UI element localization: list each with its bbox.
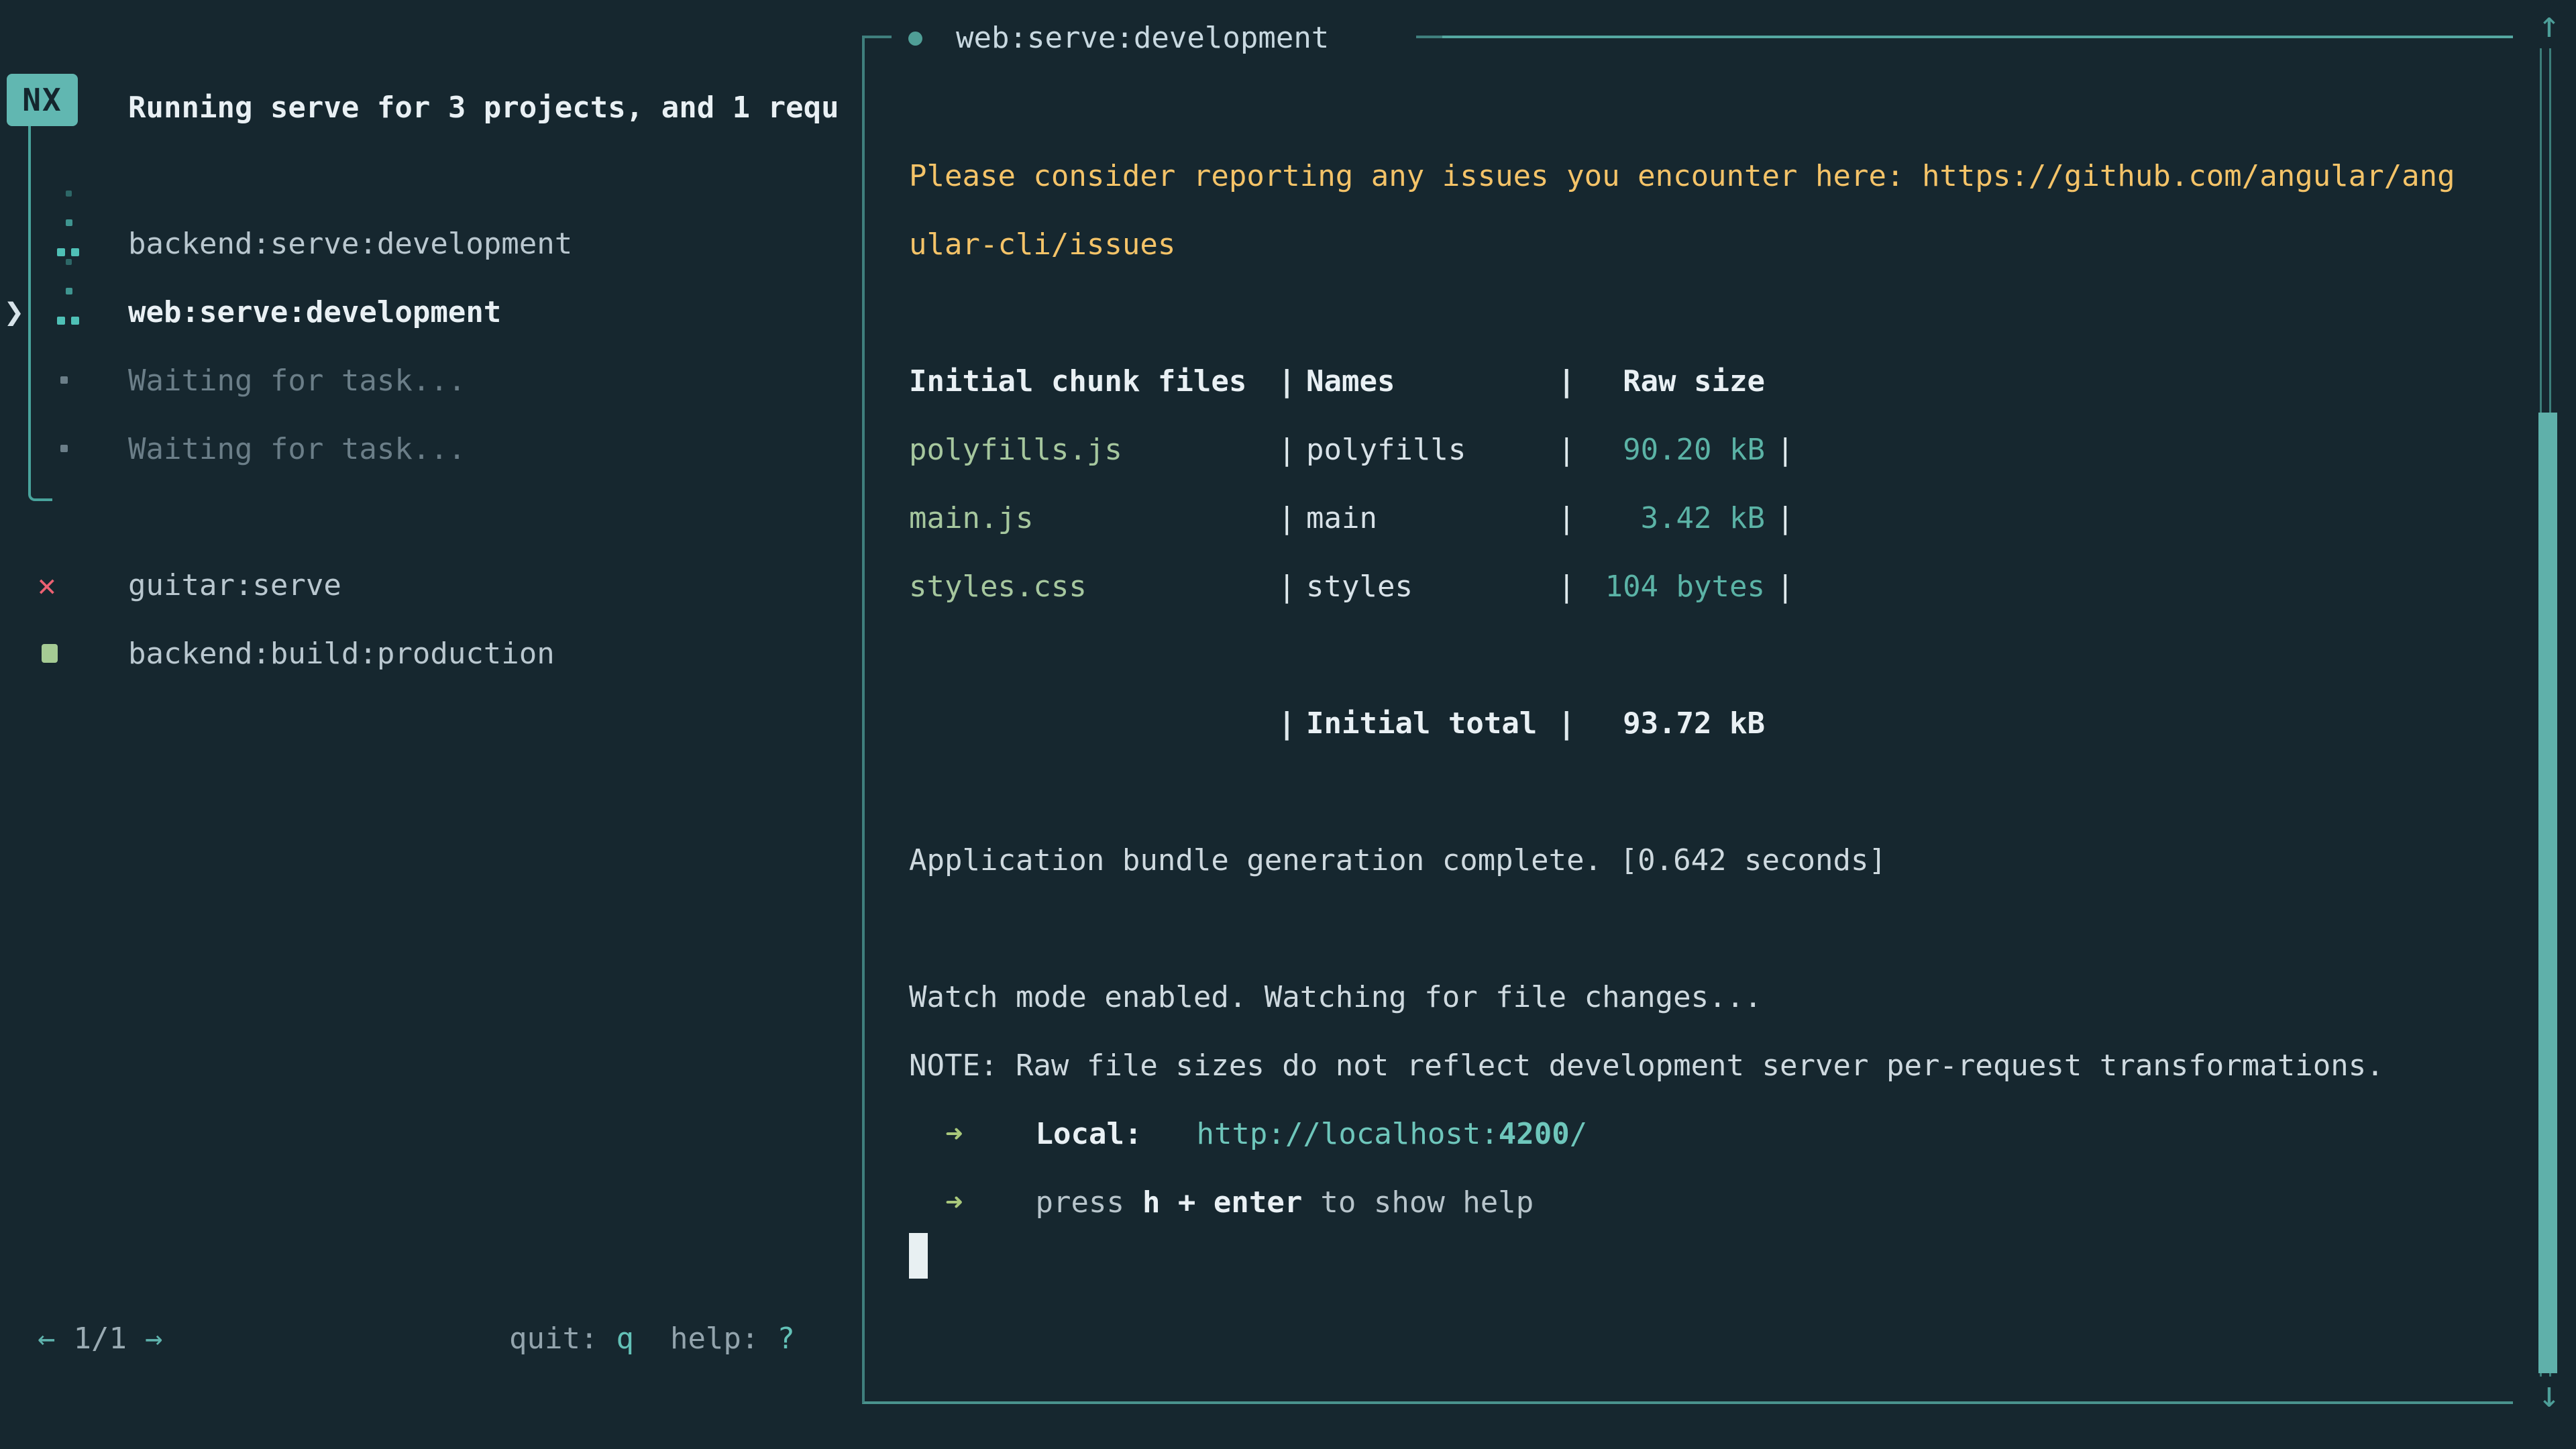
sidebar-item-waiting-task-2[interactable]: Waiting for task... xyxy=(0,415,862,483)
header-initial-chunk-files: Initial chunk files xyxy=(909,364,1278,398)
help-keys: h + enter xyxy=(1142,1185,1302,1220)
help-label: help: xyxy=(670,1319,759,1359)
table-separator: | xyxy=(1278,364,1296,398)
table-row: polyfills.js | polyfills | 90.20 kB | xyxy=(909,433,2500,467)
terminal-cursor xyxy=(909,1233,928,1279)
angular-issues-notice-line2: ular-cli/issues xyxy=(909,227,2500,262)
sidebar-bottom-bar: ← 1/1 → quit: q help: ? xyxy=(0,1319,862,1359)
chunk-name: polyfills xyxy=(1306,433,1558,467)
table-row: main.js | main | 3.42 kB | xyxy=(909,501,2500,535)
quit-key: q xyxy=(616,1319,634,1359)
finished-task-list: ✕ guitar:serve backend:build:production xyxy=(0,551,862,688)
table-separator: | xyxy=(1558,501,1576,535)
table-separator: | xyxy=(1278,501,1296,535)
sidebar-header-title: Running serve for 3 projects, and 1 requ xyxy=(128,90,859,126)
raw-size-note-message: NOTE: Raw file sizes do not reflect deve… xyxy=(909,1049,2500,1083)
initial-total-label: Initial total xyxy=(1306,706,1558,741)
task-label: backend:serve:development xyxy=(128,227,572,261)
table-separator: | xyxy=(1558,706,1576,741)
local-url-line: ➜ Local: http://localhost:4200/ xyxy=(909,1117,2500,1151)
table-separator: | xyxy=(1278,570,1296,604)
angular-issues-notice-line1: Please consider reporting any issues you… xyxy=(909,159,2500,193)
table-separator: | xyxy=(1558,433,1576,467)
nx-logo: NX xyxy=(7,74,78,126)
table-separator: | xyxy=(1278,706,1296,741)
chunk-name: styles xyxy=(1306,570,1558,604)
failed-x-icon: ✕ xyxy=(38,570,56,600)
table-separator: | xyxy=(1558,364,1576,398)
arrow-right-icon: ➜ xyxy=(945,1117,963,1151)
table-separator: | xyxy=(1278,433,1296,467)
waiting-dot-icon xyxy=(60,376,68,384)
table-separator: | xyxy=(1776,501,1794,535)
chunk-file-name: main.js xyxy=(909,501,1278,535)
local-label: Local: xyxy=(1036,1117,1142,1151)
task-label: Waiting for task... xyxy=(128,432,466,466)
bundle-complete-message: Application bundle generation complete. … xyxy=(909,843,2500,877)
help-hint-line: ➜ press h + enter to show help xyxy=(909,1185,2500,1220)
header-raw-size: Raw size xyxy=(1582,364,1765,398)
spinner-icon xyxy=(57,191,80,259)
waiting-dot-icon xyxy=(60,445,68,452)
header-names: Names xyxy=(1306,364,1558,398)
chunk-file-name: polyfills.js xyxy=(909,433,1278,467)
chunk-table-header: Initial chunk files | Names | Raw size xyxy=(909,364,2500,398)
table-separator: | xyxy=(1558,570,1576,604)
page-next-arrow-icon[interactable]: → xyxy=(145,1319,163,1359)
panel-title-rule xyxy=(1442,36,2513,38)
task-sidebar: NX Running serve for 3 projects, and 1 r… xyxy=(0,0,862,1449)
sidebar-item-backend-build-production[interactable]: backend:build:production xyxy=(0,619,862,688)
sidebar-item-guitar-serve[interactable]: ✕ guitar:serve xyxy=(0,551,862,619)
table-separator: | xyxy=(1776,433,1794,467)
keyboard-shortcuts: quit: q help: ? xyxy=(509,1319,795,1359)
arrow-right-icon: ➜ xyxy=(945,1185,963,1220)
scrollbar-thumb[interactable] xyxy=(2538,413,2557,1373)
table-row: styles.css | styles | 104 bytes | xyxy=(909,570,2500,604)
success-square-icon xyxy=(42,644,58,663)
task-output-panel: web:serve:development Please consider re… xyxy=(862,36,2513,1404)
empty-cell xyxy=(909,706,1278,741)
chunk-size: 3.42 kB xyxy=(1582,501,1765,535)
sidebar-item-web-serve-development[interactable]: web:serve:development xyxy=(0,278,862,346)
quit-label: quit: xyxy=(509,1319,598,1359)
chunk-size: 90.20 kB xyxy=(1582,433,1765,467)
chunk-file-name: styles.css xyxy=(909,570,1278,604)
running-status-dot-icon xyxy=(908,32,922,46)
page-prev-arrow-icon[interactable]: ← xyxy=(38,1319,56,1359)
task-label: guitar:serve xyxy=(128,568,341,602)
spinner-icon xyxy=(57,259,80,327)
localhost-link[interactable]: http://localhost:4200/ xyxy=(1196,1117,1587,1151)
panel-title-text: web:serve:development xyxy=(956,18,1329,58)
task-label: Waiting for task... xyxy=(128,364,466,398)
panel-title: web:serve:development xyxy=(892,18,1416,58)
chunk-size: 104 bytes xyxy=(1582,570,1765,604)
terminal-output: Please consider reporting any issues you… xyxy=(909,159,2500,1279)
scroll-up-icon[interactable]: ↑ xyxy=(2529,7,2569,43)
press-text: press xyxy=(1036,1185,1124,1220)
task-label: backend:build:production xyxy=(128,637,555,671)
table-separator: | xyxy=(1776,570,1794,604)
task-label-selected: web:serve:development xyxy=(128,295,501,329)
initial-total-size: 93.72 kB xyxy=(1582,706,1765,741)
initial-total-row: | Initial total | 93.72 kB xyxy=(909,706,2500,741)
pagination: ← 1/1 → xyxy=(38,1319,162,1359)
sidebar-item-backend-serve-development[interactable]: backend:serve:development xyxy=(0,209,862,278)
sidebar-item-waiting-task-1[interactable]: Waiting for task... xyxy=(0,346,862,415)
watch-mode-message: Watch mode enabled. Watching for file ch… xyxy=(909,980,2500,1014)
page-indicator: 1/1 xyxy=(74,1319,127,1359)
running-task-list: backend:serve:development web:serve:deve… xyxy=(0,209,862,483)
scroll-down-icon[interactable]: ↓ xyxy=(2529,1377,2569,1413)
chunk-name: main xyxy=(1306,501,1558,535)
help-rest-text: to show help xyxy=(1320,1185,1534,1220)
help-key: ? xyxy=(777,1319,795,1359)
